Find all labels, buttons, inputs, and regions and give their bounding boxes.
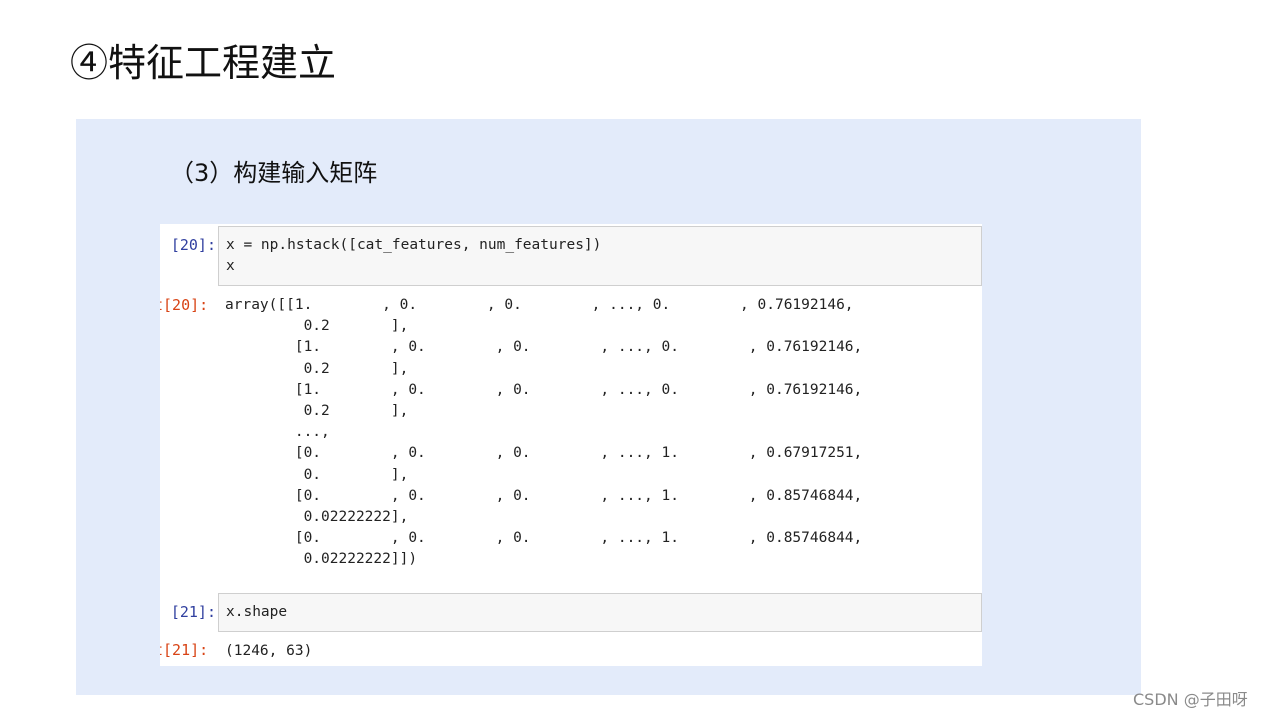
input-prompt-21: [21]: [170, 603, 216, 621]
output-prompt-20: t[20]: [160, 296, 209, 314]
notebook-screenshot: [20]: x = np.hstack([cat_features, num_f… [160, 224, 982, 666]
output-shape-21: (1246, 63) [225, 643, 313, 659]
code-text-20: x = np.hstack([cat_features, num_feature… [226, 237, 602, 275]
slide-title: ④特征工程建立 [70, 41, 337, 85]
code-text-21: x.shape [226, 604, 288, 620]
input-prompt-20: [20]: [170, 236, 216, 254]
output-prompt-21: t[21]: [160, 641, 209, 659]
output-array-20: array([[1. , 0. , 0. , ..., 0. , 0.76192… [225, 297, 863, 568]
watermark: CSDN @子田呀 [1133, 690, 1248, 709]
code-cell-21[interactable]: x.shape [218, 593, 982, 632]
code-cell-20[interactable]: x = np.hstack([cat_features, num_feature… [218, 226, 982, 286]
section-heading: （3）构建输入矩阵 [170, 159, 378, 187]
